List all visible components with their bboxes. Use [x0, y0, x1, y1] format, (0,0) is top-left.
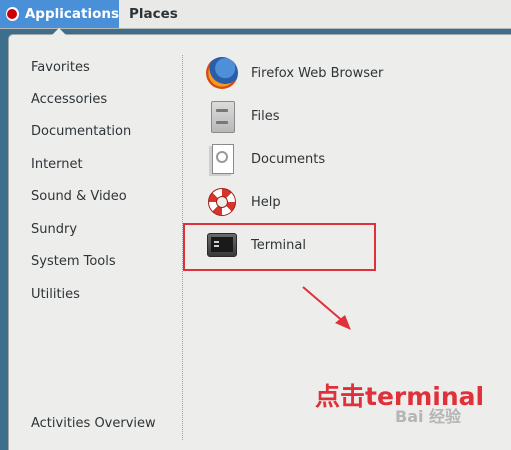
category-internet[interactable]: Internet	[31, 157, 83, 172]
applications-popup: Favorites Accessories Documentation Inte…	[8, 34, 511, 450]
app-label: Help	[251, 194, 281, 210]
places-menu-label: Places	[129, 6, 178, 22]
places-menu-button[interactable]: Places	[119, 0, 188, 28]
app-label: Firefox Web Browser	[251, 65, 384, 81]
column-divider	[182, 55, 183, 440]
app-documents[interactable]: Documents	[205, 139, 505, 179]
app-firefox[interactable]: Firefox Web Browser	[205, 53, 505, 93]
files-cabinet-icon	[205, 99, 239, 133]
baidu-watermark: Bai 经验	[395, 407, 462, 426]
applications-menu-label: Applications	[24, 6, 119, 22]
top-bar: Applications Places	[0, 0, 511, 29]
documents-icon	[205, 142, 239, 176]
category-utilities[interactable]: Utilities	[31, 287, 80, 302]
app-terminal[interactable]: Terminal	[205, 225, 505, 265]
category-favorites[interactable]: Favorites	[31, 60, 90, 75]
annotation-arrow-icon	[302, 286, 351, 330]
category-documentation[interactable]: Documentation	[31, 124, 131, 139]
category-accessories[interactable]: Accessories	[31, 92, 107, 107]
applications-menu-button[interactable]: Applications	[0, 0, 119, 28]
category-system-tools[interactable]: System Tools	[31, 254, 116, 269]
app-help[interactable]: Help	[205, 182, 505, 222]
redhat-logo-icon	[6, 7, 19, 21]
firefox-icon	[205, 56, 239, 90]
help-lifebuoy-icon	[205, 185, 239, 219]
app-label: Files	[251, 108, 280, 124]
category-sound-video[interactable]: Sound & Video	[31, 189, 127, 204]
activities-overview-link[interactable]: Activities Overview	[31, 416, 156, 431]
app-files[interactable]: Files	[205, 96, 505, 136]
terminal-icon	[205, 228, 239, 262]
popup-pointer	[52, 28, 66, 35]
app-label: Documents	[251, 151, 326, 167]
app-label: Terminal	[251, 237, 306, 253]
category-sundry[interactable]: Sundry	[31, 222, 77, 237]
